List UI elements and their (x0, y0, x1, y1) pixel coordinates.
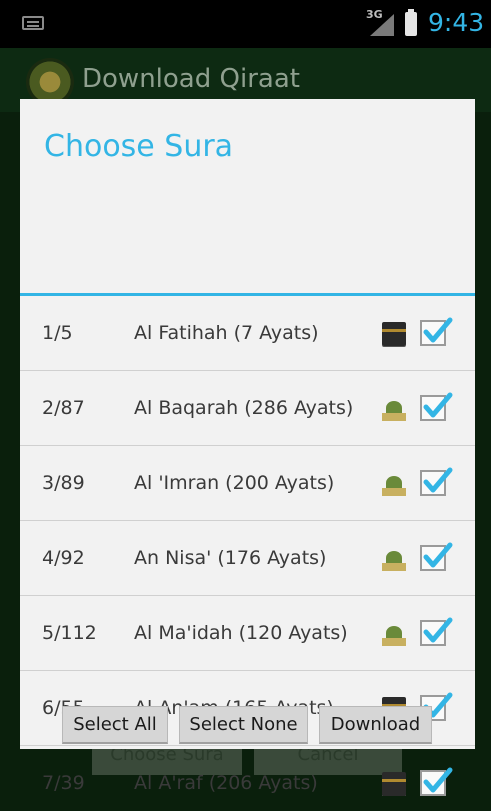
sura-name: Al Ma'idah (120 Ayats) (134, 622, 348, 644)
sura-checkbox[interactable] (420, 542, 453, 571)
clock: 9:43 (428, 8, 485, 37)
mosque-icon (382, 622, 406, 646)
download-button[interactable]: Download (319, 706, 432, 744)
sura-row[interactable]: 2/87 Al Baqarah (286 Ayats) (20, 371, 475, 446)
app-title: Download Qiraat (82, 64, 300, 94)
signal-icon (370, 14, 394, 36)
sura-number: 5/112 (42, 622, 97, 644)
sura-checkbox[interactable] (420, 392, 453, 421)
sura-checkbox[interactable] (420, 617, 453, 646)
sura-checkbox[interactable] (420, 767, 453, 796)
sura-number: 1/5 (42, 322, 73, 344)
sura-checkbox[interactable] (420, 467, 453, 496)
battery-charging-icon (405, 9, 417, 36)
sura-row[interactable]: 7/39 Al A'raf (206 Ayats) (20, 746, 475, 796)
sura-name: Al 'Imran (200 Ayats) (134, 472, 335, 494)
sura-name: Al Fatihah (7 Ayats) (134, 322, 319, 344)
sura-number: 7/39 (42, 772, 85, 794)
keyboard-icon (22, 16, 44, 30)
sura-name: Al A'raf (206 Ayats) (134, 772, 318, 794)
sura-number: 3/89 (42, 472, 85, 494)
sura-number: 4/92 (42, 547, 85, 569)
dialog-button-bar: Select All Select None Download (20, 699, 475, 749)
sura-name: An Nisa' (176 Ayats) (134, 547, 327, 569)
sura-row[interactable]: 5/112 Al Ma'idah (120 Ayats) (20, 596, 475, 671)
sura-row[interactable]: 1/5 Al Fatihah (7 Ayats) (20, 296, 475, 371)
sura-name: Al Baqarah (286 Ayats) (134, 397, 354, 419)
mosque-icon (382, 547, 406, 571)
sura-row[interactable]: 4/92 An Nisa' (176 Ayats) (20, 521, 475, 596)
sura-checkbox[interactable] (420, 317, 453, 346)
kaaba-icon (382, 322, 406, 346)
select-all-button[interactable]: Select All (62, 706, 168, 744)
status-bar: 3G 9:43 (0, 0, 491, 48)
dialog-title: Choose Sura (44, 129, 234, 164)
sura-number: 2/87 (42, 397, 85, 419)
choose-sura-dialog: Choose Sura 1/5 Al Fatihah (7 Ayats) 2/8… (20, 99, 475, 796)
mosque-icon (382, 472, 406, 496)
sura-row[interactable]: 3/89 Al 'Imran (200 Ayats) (20, 446, 475, 521)
select-none-button[interactable]: Select None (179, 706, 308, 744)
kaaba-icon (382, 772, 406, 796)
mosque-icon (382, 397, 406, 421)
